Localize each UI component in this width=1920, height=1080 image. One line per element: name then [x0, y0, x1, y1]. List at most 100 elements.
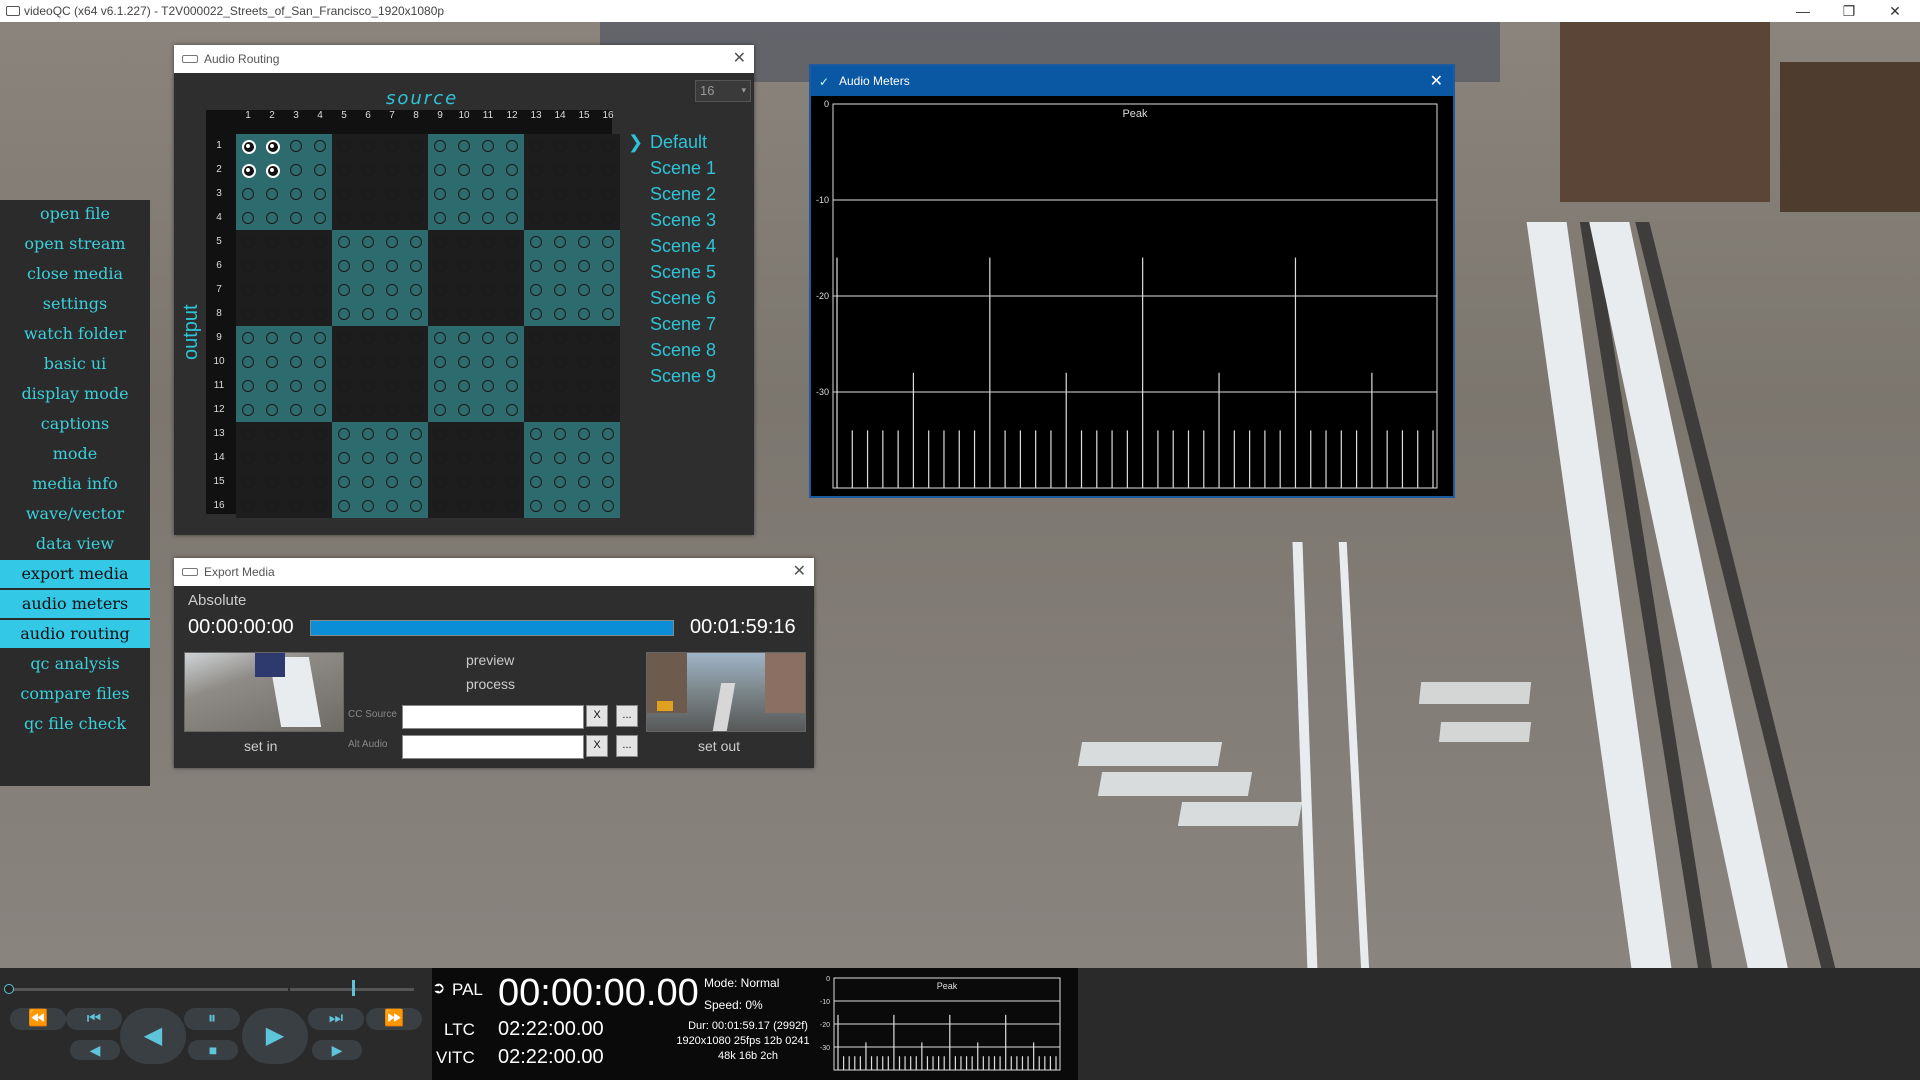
routing-cell[interactable]: [548, 470, 572, 494]
routing-cell[interactable]: [452, 158, 476, 182]
routing-cell[interactable]: [500, 230, 524, 254]
routing-cell[interactable]: [404, 398, 428, 422]
routing-cell[interactable]: [548, 302, 572, 326]
routing-cell[interactable]: [524, 374, 548, 398]
routing-cell[interactable]: [596, 398, 620, 422]
routing-cell[interactable]: [260, 182, 284, 206]
routing-cell[interactable]: [476, 206, 500, 230]
routing-cell[interactable]: [572, 494, 596, 518]
routing-cell[interactable]: [500, 158, 524, 182]
routing-cell[interactable]: [572, 158, 596, 182]
routing-cell[interactable]: [572, 350, 596, 374]
routing-cell[interactable]: [356, 134, 380, 158]
routing-cell[interactable]: [524, 134, 548, 158]
routing-cell[interactable]: [500, 398, 524, 422]
preview-button[interactable]: preview: [466, 652, 514, 668]
routing-cell[interactable]: [500, 470, 524, 494]
routing-cell[interactable]: [548, 398, 572, 422]
routing-cell[interactable]: [404, 254, 428, 278]
routing-cell[interactable]: [428, 230, 452, 254]
routing-cell[interactable]: [260, 206, 284, 230]
sidebar-item-qc-file-check[interactable]: qc file check: [0, 710, 150, 738]
routing-cell[interactable]: [548, 134, 572, 158]
sidebar-item-basic-ui[interactable]: basic ui: [0, 350, 150, 378]
maximize-button[interactable]: ❐: [1826, 0, 1872, 22]
routing-cell[interactable]: [260, 302, 284, 326]
routing-cell[interactable]: [596, 422, 620, 446]
routing-cell[interactable]: [356, 350, 380, 374]
routing-cell[interactable]: [284, 422, 308, 446]
routing-cell[interactable]: [260, 254, 284, 278]
process-button[interactable]: process: [466, 676, 515, 692]
routing-cell[interactable]: [332, 374, 356, 398]
routing-cell[interactable]: [404, 494, 428, 518]
step-forward-button[interactable]: ▶: [312, 1040, 362, 1060]
routing-cell[interactable]: [380, 278, 404, 302]
routing-cell[interactable]: [572, 182, 596, 206]
routing-cell[interactable]: [596, 182, 620, 206]
routing-cell[interactable]: [452, 422, 476, 446]
routing-cell[interactable]: [452, 398, 476, 422]
routing-cell[interactable]: [428, 278, 452, 302]
routing-cell[interactable]: [260, 446, 284, 470]
routing-cell[interactable]: [524, 494, 548, 518]
routing-cell[interactable]: [404, 278, 428, 302]
routing-cell[interactable]: [524, 470, 548, 494]
sidebar-item-open-file[interactable]: open file: [0, 200, 150, 228]
scene-item[interactable]: Default: [628, 132, 707, 153]
routing-cell[interactable]: [236, 374, 260, 398]
routing-cell[interactable]: [500, 134, 524, 158]
routing-cell[interactable]: [428, 326, 452, 350]
routing-cell[interactable]: [548, 326, 572, 350]
routing-cell[interactable]: [596, 374, 620, 398]
routing-cell[interactable]: [572, 470, 596, 494]
routing-cell[interactable]: [428, 374, 452, 398]
fast-forward-button[interactable]: ⏩: [366, 1008, 422, 1030]
routing-cell[interactable]: [596, 326, 620, 350]
routing-cell[interactable]: [308, 254, 332, 278]
routing-cell[interactable]: [428, 302, 452, 326]
routing-cell[interactable]: [404, 230, 428, 254]
routing-cell[interactable]: [284, 230, 308, 254]
routing-cell[interactable]: [452, 278, 476, 302]
set-in-button[interactable]: set in: [244, 738, 277, 754]
routing-cell[interactable]: [236, 206, 260, 230]
scene-item[interactable]: Scene 7: [650, 314, 716, 335]
routing-cell[interactable]: [332, 134, 356, 158]
routing-cell[interactable]: [548, 278, 572, 302]
routing-cell[interactable]: [500, 374, 524, 398]
audio-meters-close-button[interactable]: ✕: [1430, 71, 1443, 91]
sidebar-item-settings[interactable]: settings: [0, 290, 150, 318]
routing-cell[interactable]: [308, 350, 332, 374]
close-window-button[interactable]: ✕: [1872, 0, 1918, 22]
routing-cell[interactable]: [332, 230, 356, 254]
routing-cell[interactable]: [332, 206, 356, 230]
routing-cell[interactable]: [308, 398, 332, 422]
routing-cell[interactable]: [356, 182, 380, 206]
scene-item[interactable]: Scene 9: [650, 366, 716, 387]
routing-cell[interactable]: [260, 398, 284, 422]
routing-cell[interactable]: [572, 134, 596, 158]
routing-cell[interactable]: [476, 422, 500, 446]
routing-cell[interactable]: [332, 470, 356, 494]
routing-cell[interactable]: [332, 158, 356, 182]
routing-cell[interactable]: [284, 302, 308, 326]
routing-cell[interactable]: [500, 278, 524, 302]
routing-cell[interactable]: [332, 350, 356, 374]
scene-item[interactable]: Scene 6: [650, 288, 716, 309]
routing-cell[interactable]: [332, 254, 356, 278]
routing-cell[interactable]: [452, 230, 476, 254]
routing-cell[interactable]: [236, 470, 260, 494]
routing-cell[interactable]: [572, 398, 596, 422]
routing-cell[interactable]: [356, 158, 380, 182]
routing-cell[interactable]: [452, 254, 476, 278]
routing-cell[interactable]: [596, 254, 620, 278]
cc-source-browse-button[interactable]: ...: [616, 705, 638, 727]
minimize-button[interactable]: —: [1780, 0, 1826, 22]
routing-cell[interactable]: [452, 206, 476, 230]
routing-cell[interactable]: [428, 182, 452, 206]
routing-cell[interactable]: [260, 374, 284, 398]
routing-cell[interactable]: [308, 302, 332, 326]
routing-cell[interactable]: [308, 158, 332, 182]
routing-cell[interactable]: [452, 374, 476, 398]
